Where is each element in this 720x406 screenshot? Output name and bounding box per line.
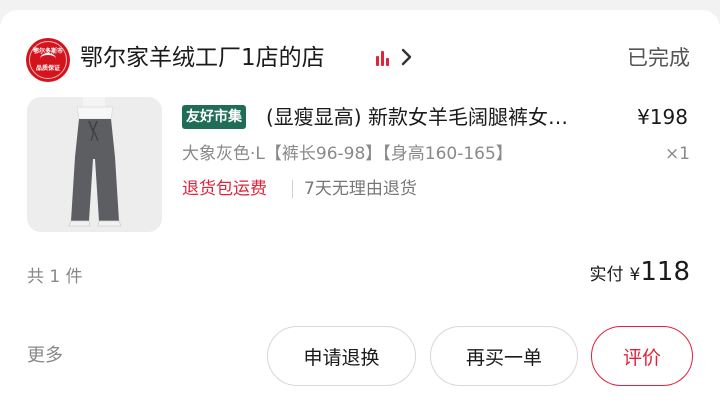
logo-line1: 鄂尔多斯市 xyxy=(32,48,63,55)
order-status: 已完成 xyxy=(627,46,690,70)
apply-exchange-button[interactable]: 申请退换 xyxy=(267,326,416,386)
product-quantity: ×1 xyxy=(664,144,690,164)
shop-logo[interactable]: 鄂尔多斯市 品质保证 xyxy=(26,38,70,82)
logo-line2: 品质保证 xyxy=(35,65,60,72)
buy-again-button[interactable]: 再买一单 xyxy=(430,326,578,386)
service-divider xyxy=(292,180,293,198)
product-price: ¥198 xyxy=(637,105,688,129)
shop-rank-icon xyxy=(375,50,391,66)
item-count: 共 1 件 xyxy=(27,267,83,287)
no-reason-return-badge: 7天无理由退货 xyxy=(304,179,417,199)
product-title[interactable]: (显瘦显高) 新款女羊毛阔腿裤女… xyxy=(266,100,626,134)
logo-ring xyxy=(29,41,67,79)
market-tag: 友好市集 xyxy=(182,105,246,129)
chevron-right-icon[interactable] xyxy=(398,46,416,68)
more-link[interactable]: 更多 xyxy=(27,340,63,372)
paid-amount: 实付 ¥ 118 xyxy=(590,257,690,287)
paid-label: 实付 xyxy=(589,265,624,285)
paid-value: 118 xyxy=(640,257,690,287)
return-shipping-badge: 退货包运费 xyxy=(182,179,267,199)
product-image[interactable] xyxy=(27,97,162,232)
review-button[interactable]: 评价 xyxy=(591,326,693,386)
order-card: 鄂尔多斯市 品质保证 鄂尔家羊绒工厂1店的店 已完成 友好市集 (显瘦显高) 新… xyxy=(0,10,720,406)
shop-name[interactable]: 鄂尔家羊绒工厂1店的店 xyxy=(80,40,325,76)
paid-currency: ¥ xyxy=(629,265,641,285)
product-sku: 大象灰色·L【裤长96-98】【身高160-165】 xyxy=(182,144,513,164)
product-photo xyxy=(27,97,162,232)
